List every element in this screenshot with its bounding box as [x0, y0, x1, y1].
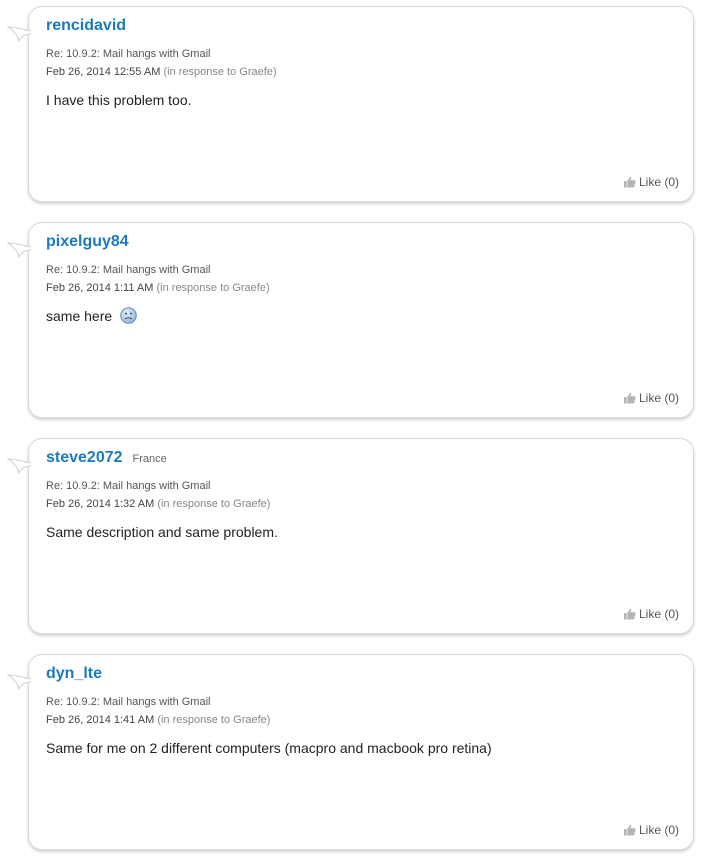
like-count-label: Like (0) — [638, 391, 679, 405]
post-message-text: same here — [46, 308, 113, 324]
post-message: Same for me on 2 different computers (ma… — [46, 738, 679, 758]
speech-tail-icon — [7, 242, 31, 259]
post-subject: Re: 10.9.2: Mail hangs with Gmail — [46, 264, 211, 276]
post-timestamp-line: Feb 26, 2014 1:32 AM (in response to Gra… — [46, 495, 679, 513]
response-prefix: (in response to — [157, 498, 234, 510]
in-response-to-link[interactable]: Graefe — [233, 714, 267, 726]
post-message: I have this problem too. — [46, 90, 679, 110]
discussion-thread: rencidavid Re: 10.9.2: Mail hangs with G… — [0, 0, 704, 864]
post-date: Feb 26, 2014 1:32 AM — [46, 498, 155, 510]
post-message-text: I have this problem too. — [46, 92, 192, 108]
response-suffix: ) — [272, 66, 277, 78]
like-count-label: Like (0) — [638, 823, 679, 837]
post-subject: Re: 10.9.2: Mail hangs with Gmail — [46, 480, 211, 492]
thumbs-up-icon — [623, 176, 636, 188]
post-date: Feb 26, 2014 1:11 AM — [46, 282, 154, 294]
in-response-to-link[interactable]: Graefe — [233, 498, 267, 510]
thumbs-up-icon — [623, 824, 636, 836]
post-message-text: Same description and same problem. — [46, 524, 278, 540]
thumbs-up-icon — [623, 392, 636, 404]
like-count-label: Like (0) — [638, 607, 679, 621]
post-subject: Re: 10.9.2: Mail hangs with Gmail — [46, 48, 211, 60]
in-response-to-link[interactable]: Graefe — [232, 282, 266, 294]
reply-card: steve2072 France Re: 10.9.2: Mail hangs … — [7, 438, 694, 634]
post-message: Same description and same problem. — [46, 522, 679, 542]
post-date: Feb 26, 2014 12:55 AM — [46, 66, 161, 78]
like-button[interactable]: Like (0) — [623, 391, 679, 405]
author-link[interactable]: pixelguy84 — [46, 233, 129, 251]
like-count-label: Like (0) — [638, 175, 679, 189]
author-location: France — [132, 453, 167, 465]
thumbs-up-icon — [623, 608, 636, 620]
author-link[interactable]: dyn_lte — [46, 665, 102, 683]
response-prefix: (in response to — [156, 282, 233, 294]
speech-tail-icon — [7, 26, 31, 43]
post-message: same here — [46, 306, 679, 326]
response-prefix: (in response to — [157, 714, 234, 726]
response-suffix: ) — [266, 714, 271, 726]
author-link[interactable]: rencidavid — [46, 17, 126, 35]
post-subject: Re: 10.9.2: Mail hangs with Gmail — [46, 696, 211, 708]
post-message-text: Same for me on 2 different computers (ma… — [46, 740, 492, 756]
like-button[interactable]: Like (0) — [623, 607, 679, 621]
post-date: Feb 26, 2014 1:41 AM — [46, 714, 155, 726]
like-button[interactable]: Like (0) — [623, 175, 679, 189]
post-timestamp-line: Feb 26, 2014 1:41 AM (in response to Gra… — [46, 711, 679, 729]
reply-card: dyn_lte Re: 10.9.2: Mail hangs with Gmai… — [7, 654, 694, 850]
post-timestamp-line: Feb 26, 2014 12:55 AM (in response to Gr… — [46, 63, 679, 81]
speech-tail-icon — [7, 674, 31, 691]
like-button[interactable]: Like (0) — [623, 823, 679, 837]
in-response-to-link[interactable]: Graefe — [239, 66, 273, 78]
speech-tail-icon — [7, 458, 31, 475]
frown-emoji-icon — [120, 307, 137, 324]
reply-card: rencidavid Re: 10.9.2: Mail hangs with G… — [7, 6, 694, 202]
response-prefix: (in response to — [163, 66, 240, 78]
response-suffix: ) — [265, 282, 270, 294]
response-suffix: ) — [266, 498, 271, 510]
reply-card: pixelguy84 Re: 10.9.2: Mail hangs with G… — [7, 222, 694, 418]
author-link[interactable]: steve2072 — [46, 449, 123, 467]
post-timestamp-line: Feb 26, 2014 1:11 AM (in response to Gra… — [46, 279, 679, 297]
